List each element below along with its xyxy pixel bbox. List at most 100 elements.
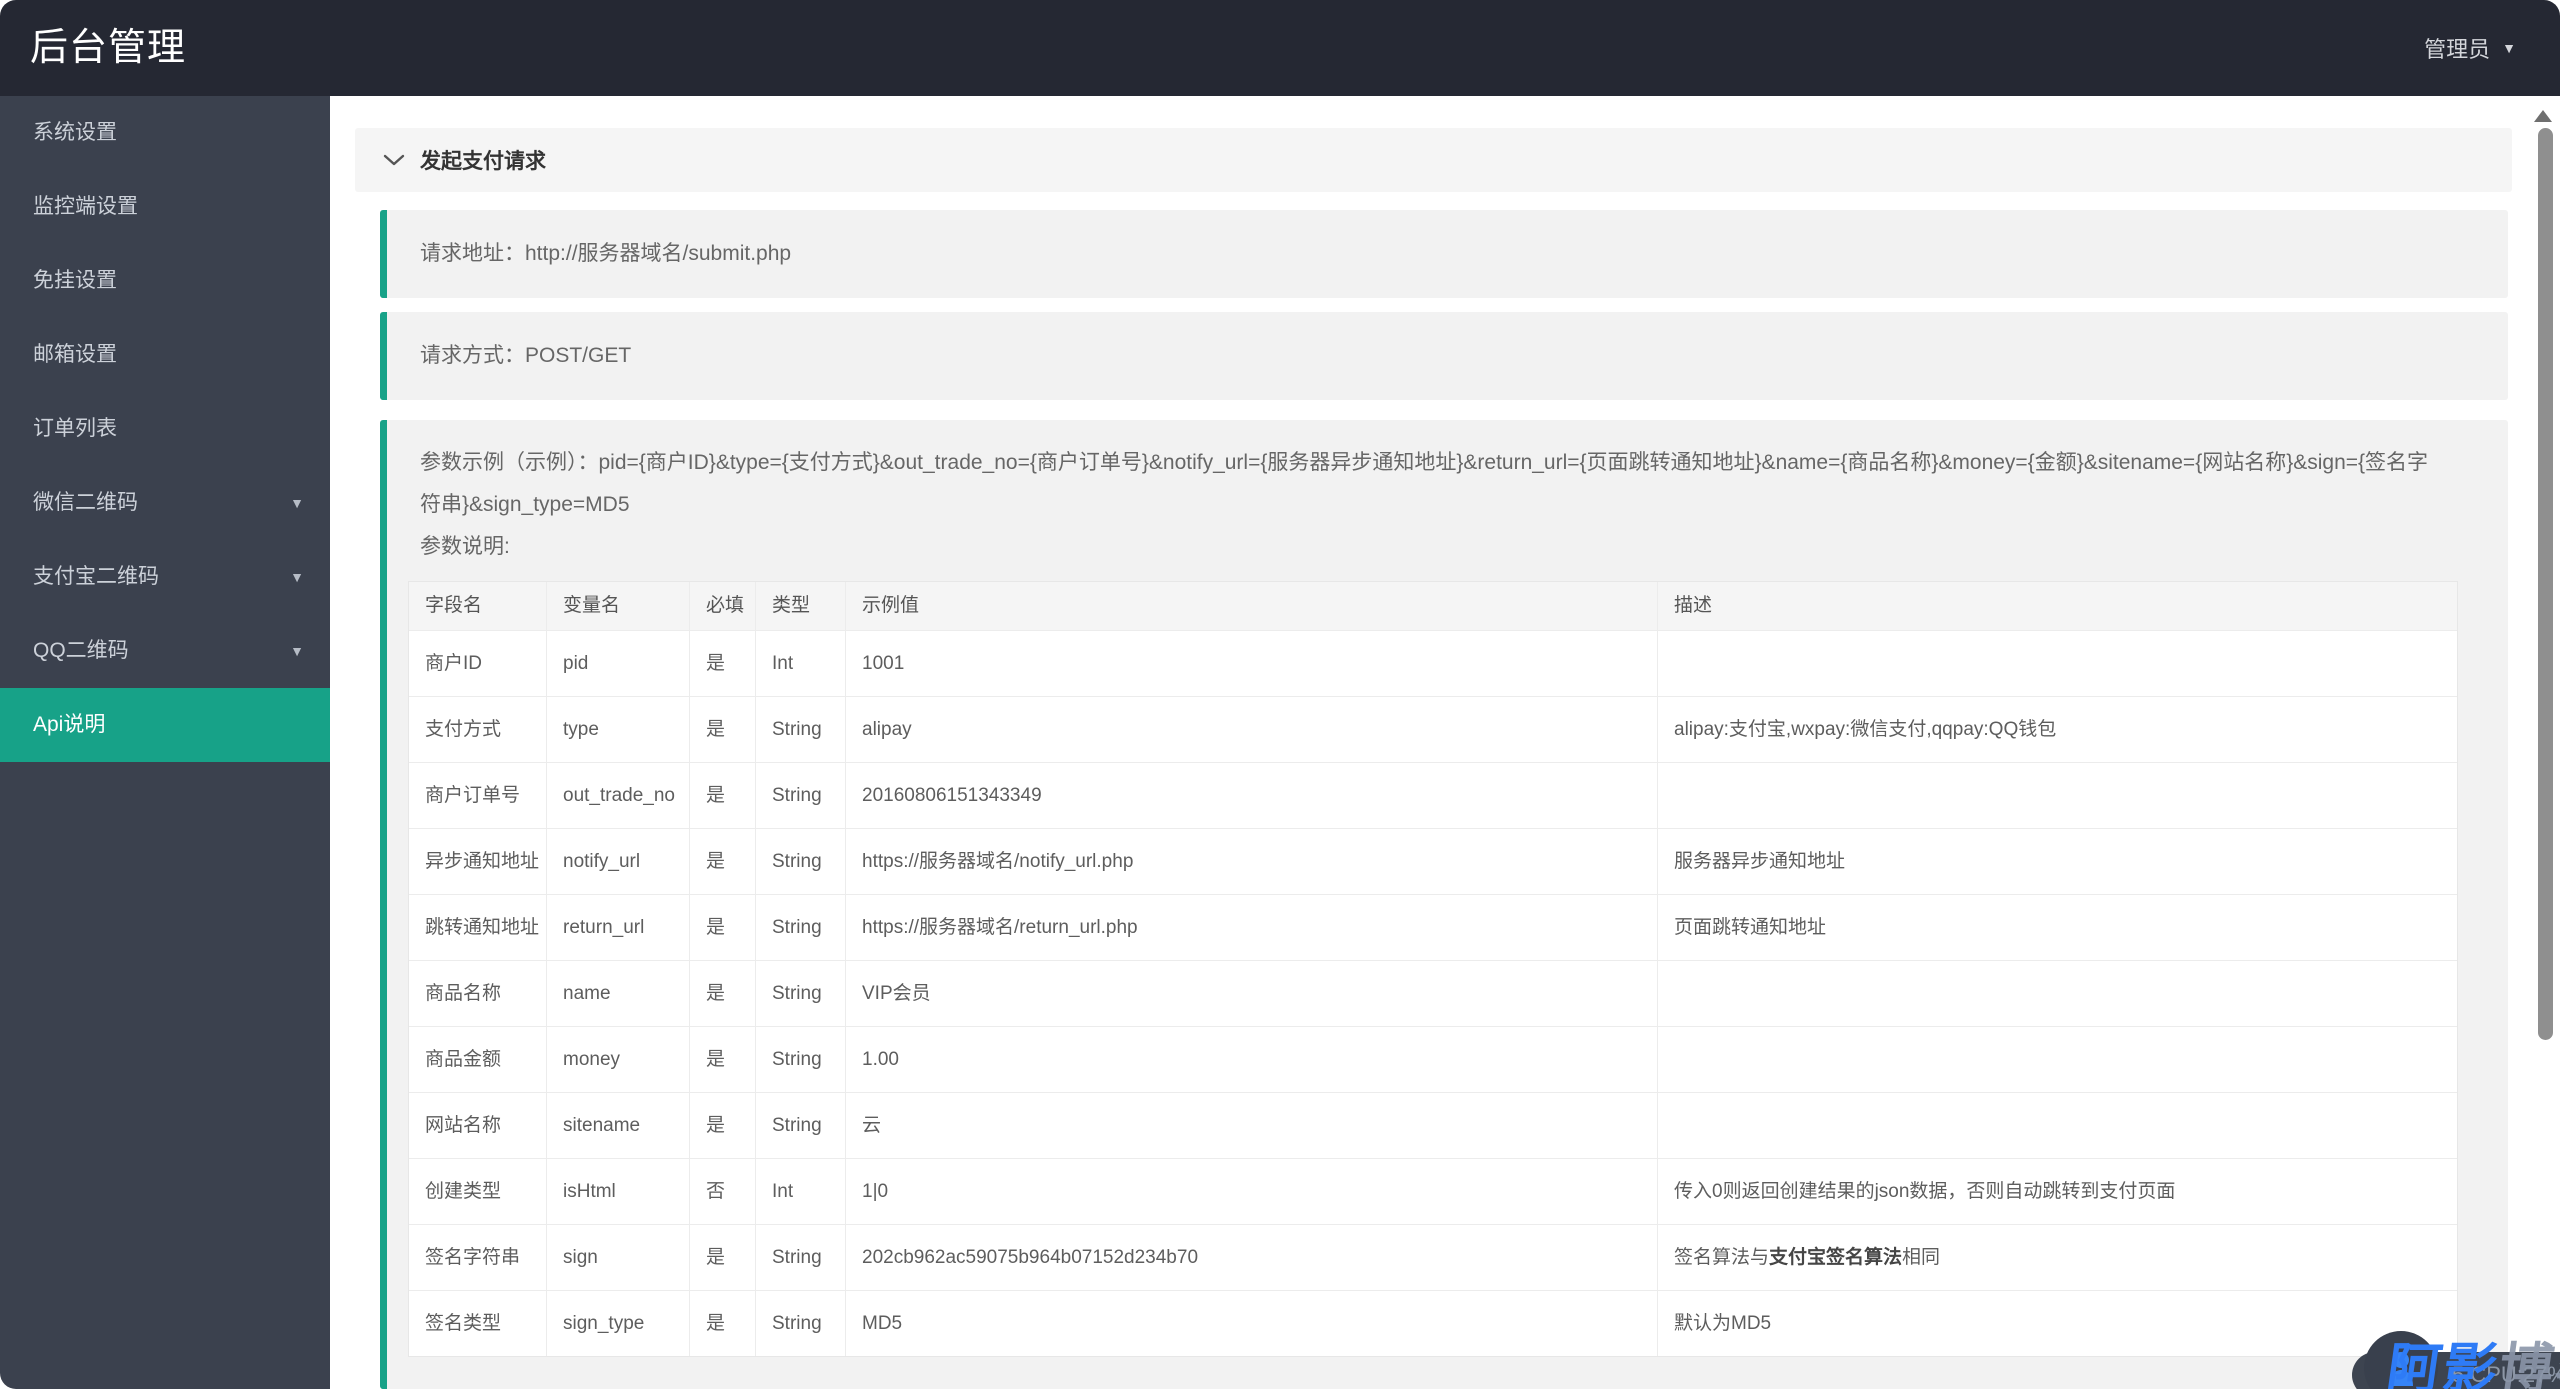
- scrollbar-up-arrow-icon[interactable]: [2534, 110, 2552, 122]
- request-url-box: 请求地址：http://服务器域名/submit.php: [380, 210, 2508, 298]
- table-row: 异步通知地址 notify_url 是 String https://服务器域名/not…: [409, 828, 2457, 894]
- table-cell: Int: [755, 1159, 845, 1224]
- sidebar-item-系统设置[interactable]: 系统设置: [0, 96, 330, 170]
- sidebar-item-label: 邮箱设置: [33, 343, 117, 366]
- param-example-text: 参数示例（示例）：pid={商户ID}&type={支付方式}&out_trad…: [420, 451, 2429, 516]
- table-cell: 是: [689, 697, 755, 762]
- table-header-cell: 字段名: [425, 595, 483, 616]
- param-label: 参数说明:: [420, 535, 510, 558]
- table-cell: [1657, 1027, 2457, 1092]
- sidebar-item-支付宝二维码[interactable]: 支付宝二维码 ▼: [0, 540, 330, 614]
- chevron-down-icon: [383, 153, 405, 167]
- table-cell: 页面跳转通知地址: [1657, 895, 2457, 960]
- table-cell: 是: [689, 1027, 755, 1092]
- table-cell: VIP会员: [845, 961, 1657, 1026]
- params-box: 参数示例（示例）：pid={商户ID}&type={支付方式}&out_trad…: [380, 420, 2508, 1389]
- table-cell: String: [755, 1027, 845, 1092]
- table-cell: String: [755, 697, 845, 762]
- user-dropdown-label: 管理员: [2424, 37, 2491, 62]
- table-cell: Int: [755, 631, 845, 696]
- table-cell: 商品金额: [425, 1049, 502, 1070]
- table-row: 网站名称 sitename 是 String 云: [409, 1092, 2457, 1158]
- watermark: 阿影博客: [2382, 1324, 2560, 1389]
- table-cell: 是: [689, 1291, 755, 1356]
- table-row: 签名类型 sign_type 是 String MD5 默认为MD5: [409, 1290, 2457, 1356]
- request-method-box: 请求方式：POST/GET: [380, 312, 2508, 400]
- table-cell: type: [546, 697, 689, 762]
- sidebar-item-label: 监控端设置: [33, 195, 138, 218]
- watermark-primary: 阿影: [2383, 1339, 2504, 1389]
- sidebar-item-监控端设置[interactable]: 监控端设置: [0, 170, 330, 244]
- table-cell: alipay:支付宝,wxpay:微信支付,qqpay:QQ钱包: [1657, 697, 2457, 762]
- sidebar-item-Api说明[interactable]: Api说明: [0, 688, 330, 762]
- table-cell: notify_url: [546, 829, 689, 894]
- watermark-secondary: 博客: [2495, 1339, 2560, 1389]
- table-cell: return_url: [546, 895, 689, 960]
- table-cell: String: [755, 763, 845, 828]
- table-cell: [1657, 1093, 2457, 1158]
- table-cell: 1.00: [845, 1027, 1657, 1092]
- table-cell: 1001: [845, 631, 1657, 696]
- main-content: 发起支付请求 请求地址：http://服务器域名/submit.php 请求方式…: [330, 96, 2560, 1389]
- sidebar-item-邮箱设置[interactable]: 邮箱设置: [0, 318, 330, 392]
- table-row: 创建类型 isHtml 否 Int 1|0 传入0则返回创建结果的json数据，否则自动跳…: [409, 1158, 2457, 1224]
- table-row: 跳转通知地址 return_url 是 String https://服务器域名/ret…: [409, 894, 2457, 960]
- table-cell: 默认为MD5: [1657, 1291, 2457, 1356]
- table-row: 商户订单号 out_trade_no 是 String 2016080615134334…: [409, 762, 2457, 828]
- admin-window: 后台管理 管理员 ▼ 系统设置 监控端设置 免挂设置 邮箱设置 订单列表 微信二维码 ▼ 支付…: [0, 0, 2560, 1389]
- sidebar-item-label: 微信二维码: [33, 491, 138, 514]
- scrollbar-thumb[interactable]: [2538, 128, 2553, 1040]
- sidebar-nav: 系统设置监控端设置免挂设置邮箱设置订单列表微信二维码 ▼ 支付宝二维码 ▼ QQ二维码 ▼…: [0, 96, 330, 1389]
- table-cell: 是: [689, 1093, 755, 1158]
- table-cell: MD5: [845, 1291, 1657, 1356]
- table-cell: 20160806151343349: [845, 763, 1657, 828]
- table-cell: String: [755, 1093, 845, 1158]
- table-cell: String: [755, 829, 845, 894]
- sidebar-item-label: 支付宝二维码: [33, 565, 159, 588]
- page-title: 后台管理: [30, 27, 187, 69]
- table-row: 商品金额 money 是 String 1.00: [409, 1026, 2457, 1092]
- table-cell: 1|0: [845, 1159, 1657, 1224]
- collapse-section-header[interactable]: 发起支付请求: [355, 128, 2512, 192]
- table-cell: String: [755, 961, 845, 1026]
- chevron-down-icon: ▼: [290, 495, 304, 511]
- user-dropdown[interactable]: 管理员 ▼: [2424, 0, 2516, 96]
- table-cell: 服务器异步通知地址: [1657, 829, 2457, 894]
- table-header-row: 字段名 变量名 必填 类型 示例值 描述: [409, 582, 2457, 630]
- sidebar-item-QQ二维码[interactable]: QQ二维码 ▼: [0, 614, 330, 688]
- chevron-down-icon: ▼: [2502, 40, 2516, 56]
- table-cell: String: [755, 1225, 845, 1290]
- table-cell: 签名类型: [425, 1313, 502, 1334]
- sidebar-item-label: 免挂设置: [33, 269, 117, 292]
- chevron-down-icon: ▼: [290, 643, 304, 659]
- sidebar-item-label: QQ二维码: [33, 639, 129, 662]
- table-cell: String: [755, 895, 845, 960]
- table-cell: isHtml: [546, 1159, 689, 1224]
- table-cell: [1657, 763, 2457, 828]
- table-header-cell: 类型: [755, 582, 845, 630]
- sidebar-item-微信二维码[interactable]: 微信二维码 ▼: [0, 466, 330, 540]
- table-cell: String: [755, 1291, 845, 1356]
- sidebar-item-免挂设置[interactable]: 免挂设置: [0, 244, 330, 318]
- table-cell: 签名算法与支付宝签名算法相同: [1657, 1225, 2457, 1290]
- table-cell: 202cb962ac59075b964b07152d234b70: [845, 1225, 1657, 1290]
- table-cell: money: [546, 1027, 689, 1092]
- table-row: 支付方式 type 是 String alipay alipay:支付宝,wxpay:微信…: [409, 696, 2457, 762]
- chevron-down-icon: ▼: [290, 569, 304, 585]
- table-cell: sign: [546, 1225, 689, 1290]
- table-cell: sign_type: [546, 1291, 689, 1356]
- table-cell: 是: [689, 631, 755, 696]
- table-cell: 支付方式: [425, 719, 502, 740]
- table-cell: 是: [689, 961, 755, 1026]
- table-cell: https://服务器域名/return_url.php: [845, 895, 1657, 960]
- table-cell: https://服务器域名/notify_url.php: [845, 829, 1657, 894]
- sidebar-item-订单列表[interactable]: 订单列表: [0, 392, 330, 466]
- table-cell: sitename: [546, 1093, 689, 1158]
- table-cell: 是: [689, 829, 755, 894]
- table-cell: 是: [689, 763, 755, 828]
- table-cell: 传入0则返回创建结果的json数据，否则自动跳转到支付页面: [1657, 1159, 2457, 1224]
- sidebar-item-label: 系统设置: [33, 121, 117, 144]
- table-cell: 跳转通知地址: [425, 917, 540, 938]
- table-cell: [1657, 631, 2457, 696]
- table-header-cell: 描述: [1657, 582, 2457, 630]
